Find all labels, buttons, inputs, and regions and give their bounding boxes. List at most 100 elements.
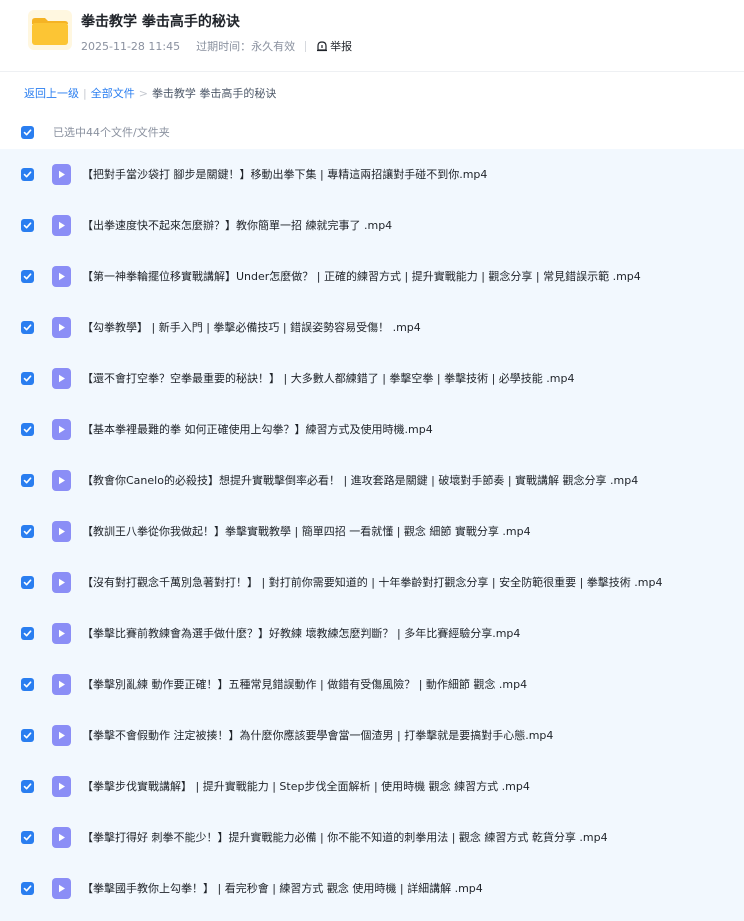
file-checkbox[interactable] — [21, 882, 34, 895]
check-icon — [23, 477, 32, 484]
file-name[interactable]: 【拳擊步伐實戰講解】 | 提升實戰能力 | Step步伐全面解析 | 使用時機 … — [82, 778, 530, 794]
check-icon — [23, 171, 32, 178]
file-name[interactable]: 【拳擊比賽前教練會為選手做什麼？】好教練 壞教練怎麼判斷？ | 多年比賽經驗分享… — [82, 625, 520, 641]
check-icon — [23, 324, 32, 331]
video-file-icon — [52, 266, 71, 287]
file-checkbox[interactable] — [21, 780, 34, 793]
file-row[interactable]: 【拳擊不會假動作 注定被揍！】為什麼你應該要學會當一個渣男 | 打拳擊就是要搞對… — [0, 710, 744, 761]
file-name[interactable]: 【第一神拳輪擺位移實戰講解】Under怎麼做？ | 正確的練習方式 | 提升實戰… — [82, 268, 641, 284]
file-checkbox[interactable] — [21, 729, 34, 742]
video-file-icon — [52, 725, 71, 746]
file-row[interactable]: 【拳擊比賽前教練會為選手做什麼？】好教練 壞教練怎麼判斷？ | 多年比賽經驗分享… — [0, 608, 744, 659]
share-date: 2025-11-28 11:45 — [81, 39, 181, 53]
file-checkbox[interactable] — [21, 321, 34, 334]
file-row[interactable]: 【第一神拳輪擺位移實戰講解】Under怎麼做？ | 正確的練習方式 | 提升實戰… — [0, 251, 744, 302]
file-checkbox[interactable] — [21, 270, 34, 283]
share-title: 拳击教学 拳击高手的秘诀 — [81, 14, 240, 30]
video-file-icon — [52, 776, 71, 797]
file-checkbox[interactable] — [21, 525, 34, 538]
file-name[interactable]: 【教訓王八拳從你我做起！】拳擊實戰教學 | 簡單四招 一看就懂 | 觀念 細節 … — [82, 523, 531, 539]
all-files-link[interactable]: 全部文件 — [91, 85, 135, 101]
play-icon — [58, 527, 65, 536]
file-checkbox[interactable] — [21, 831, 34, 844]
file-row[interactable]: 【拳擊步伐實戰講解】 | 提升實戰能力 | Step步伐全面解析 | 使用時機 … — [0, 761, 744, 812]
check-icon — [23, 273, 32, 280]
video-file-icon — [52, 419, 71, 440]
play-icon — [58, 578, 65, 587]
play-icon — [58, 884, 65, 893]
check-icon — [23, 128, 32, 135]
file-checkbox[interactable] — [21, 423, 34, 436]
file-checkbox[interactable] — [21, 219, 34, 232]
breadcrumb-divider: | — [83, 86, 87, 100]
file-checkbox[interactable] — [21, 372, 34, 385]
expire-info: 过期时间：永久有效 — [196, 40, 296, 53]
file-name[interactable]: 【出拳速度快不起來怎麼辦？】教你簡單一招 練就完事了 .mp4 — [82, 217, 392, 233]
video-file-icon — [52, 623, 71, 644]
check-icon — [23, 732, 32, 739]
play-icon — [58, 272, 65, 281]
video-file-icon — [52, 521, 71, 542]
check-icon — [23, 375, 32, 382]
meta-divider — [305, 40, 307, 52]
play-icon — [58, 425, 65, 434]
check-icon — [23, 681, 32, 688]
play-icon — [58, 629, 65, 638]
report-button[interactable]: 举报 — [316, 38, 352, 54]
file-row[interactable]: 【把對手當沙袋打 腳步是關鍵！】移動出拳下集 | 專精這兩招讓對手碰不到你.mp… — [0, 149, 744, 200]
file-name[interactable]: 【教會你Canelo的必殺技】想提升實戰擊倒率必看！ | 進攻套路是關鍵 | 破… — [82, 472, 638, 488]
file-name[interactable]: 【勾拳教學】 | 新手入門 | 拳擊必備技巧 | 錯誤姿勢容易受傷！ .mp4 — [82, 319, 421, 335]
file-row[interactable]: 【教訓王八拳從你我做起！】拳擊實戰教學 | 簡單四招 一看就懂 | 觀念 細節 … — [0, 506, 744, 557]
file-name[interactable]: 【基本拳裡最難的拳 如何正確使用上勾拳？】練習方式及使用時機.mp4 — [82, 421, 433, 437]
video-file-icon — [52, 674, 71, 695]
file-row[interactable]: 【拳擊別亂練 動作要正確！】五種常見錯誤動作 | 做錯有受傷風險？ | 動作細節… — [0, 659, 744, 710]
video-file-icon — [52, 164, 71, 185]
share-meta: 2025-11-28 11:45 过期时间：永久有效 举报 — [81, 38, 352, 54]
play-icon — [58, 476, 65, 485]
video-file-icon — [52, 827, 71, 848]
file-name[interactable]: 【拳擊不會假動作 注定被揍！】為什麼你應該要學會當一個渣男 | 打拳擊就是要搞對… — [82, 727, 553, 743]
file-row[interactable]: 【拳擊國手教你上勾拳！】 | 看完秒會 | 練習方式 觀念 使用時機 | 詳細講… — [0, 863, 744, 914]
file-name[interactable]: 【把對手當沙袋打 腳步是關鍵！】移動出拳下集 | 專精這兩招讓對手碰不到你.mp… — [82, 166, 487, 182]
select-all-checkbox[interactable] — [21, 125, 34, 139]
file-row[interactable]: 【還不會打空拳？空拳最重要的秘訣！】 | 大多數人都練錯了 | 拳擊空拳 | 拳… — [0, 353, 744, 404]
video-file-icon — [52, 215, 71, 236]
check-icon — [23, 222, 32, 229]
file-name[interactable]: 【還不會打空拳？空拳最重要的秘訣！】 | 大多數人都練錯了 | 拳擊空拳 | 拳… — [82, 370, 574, 386]
video-file-icon — [52, 572, 71, 593]
file-row[interactable]: 【沒有對打觀念千萬別急著對打！】 | 對打前你需要知道的 | 十年拳齡對打觀念分… — [0, 557, 744, 608]
breadcrumb-arrow: > — [138, 86, 148, 100]
play-icon — [58, 221, 65, 230]
file-row[interactable]: 【教會你Canelo的必殺技】想提升實戰擊倒率必看！ | 進攻套路是關鍵 | 破… — [0, 455, 744, 506]
play-icon — [58, 833, 65, 842]
check-icon — [23, 885, 32, 892]
check-icon — [23, 579, 32, 586]
play-icon — [58, 731, 65, 740]
file-list: 【把對手當沙袋打 腳步是關鍵！】移動出拳下集 | 專精這兩招讓對手碰不到你.mp… — [0, 149, 744, 921]
folder-icon — [28, 10, 72, 50]
file-checkbox[interactable] — [21, 627, 34, 640]
play-icon — [58, 680, 65, 689]
check-icon — [23, 426, 32, 433]
video-file-icon — [52, 878, 71, 899]
file-name[interactable]: 【拳擊國手教你上勾拳！】 | 看完秒會 | 練習方式 觀念 使用時機 | 詳細講… — [82, 880, 483, 896]
file-name[interactable]: 【拳擊別亂練 動作要正確！】五種常見錯誤動作 | 做錯有受傷風險？ | 動作細節… — [82, 676, 527, 692]
file-row[interactable]: 【勾拳教學】 | 新手入門 | 拳擊必備技巧 | 錯誤姿勢容易受傷！ .mp4 — [0, 302, 744, 353]
file-name[interactable]: 【沒有對打觀念千萬別急著對打！】 | 對打前你需要知道的 | 十年拳齡對打觀念分… — [82, 574, 662, 590]
play-icon — [58, 782, 65, 791]
file-checkbox[interactable] — [21, 168, 34, 181]
file-checkbox[interactable] — [21, 576, 34, 589]
file-row[interactable]: 【基本拳裡最難的拳 如何正確使用上勾拳？】練習方式及使用時機.mp4 — [0, 404, 744, 455]
file-row[interactable]: 【拳擊打得好 刺拳不能少！】提升實戰能力必備 | 你不能不知道的刺拳用法 | 觀… — [0, 812, 744, 863]
check-icon — [23, 834, 32, 841]
breadcrumb-current: 拳击教学 拳击高手的秘诀 — [151, 87, 277, 100]
back-link[interactable]: 返回上一级 — [24, 85, 79, 101]
file-row[interactable]: 【出拳速度快不起來怎麼辦？】教你簡單一招 練就完事了 .mp4 — [0, 200, 744, 251]
selection-count: 已选中44个文件/文件夹 — [53, 126, 170, 139]
check-icon — [23, 630, 32, 637]
breadcrumb: 返回上一级 | 全部文件 > 拳击教学 拳击高手的秘诀 — [24, 85, 276, 101]
file-checkbox[interactable] — [21, 474, 34, 487]
file-checkbox[interactable] — [21, 678, 34, 691]
share-header: 拳击教学 拳击高手的秘诀 2025-11-28 11:45 过期时间：永久有效 … — [0, 0, 744, 72]
file-name[interactable]: 【拳擊打得好 刺拳不能少！】提升實戰能力必備 | 你不能不知道的刺拳用法 | 觀… — [82, 829, 608, 845]
